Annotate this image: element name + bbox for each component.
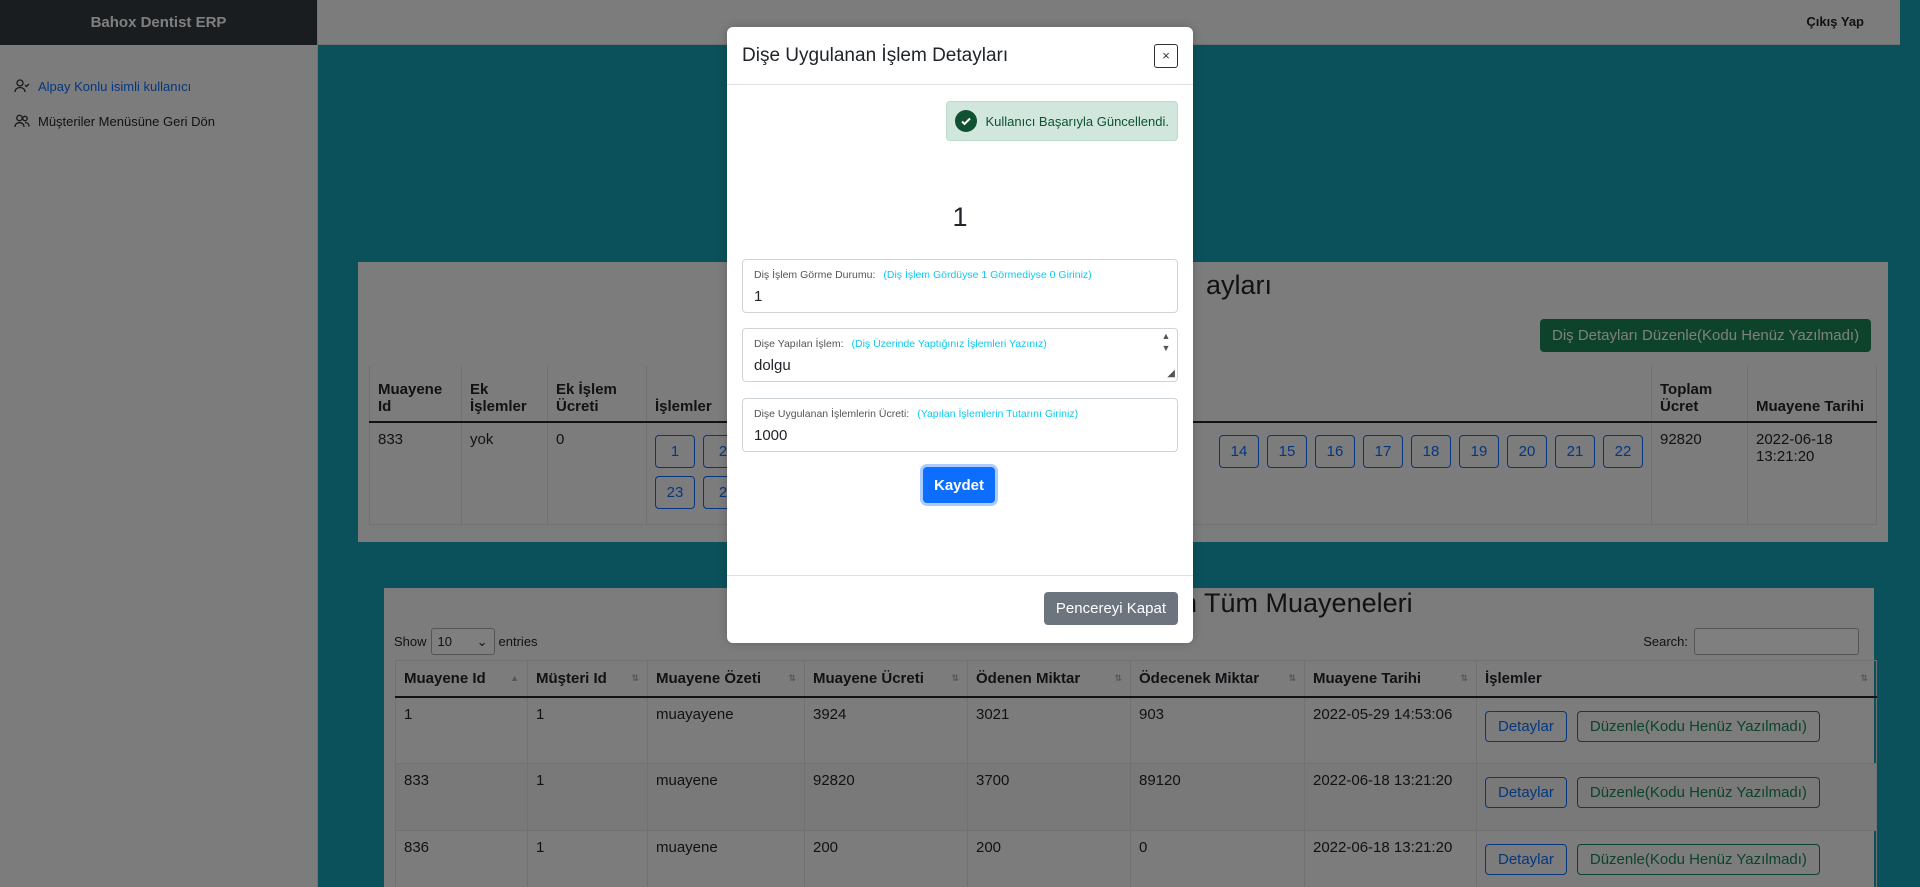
field-label: Dişe Yapılan İşlem: (754, 338, 844, 350)
save-button[interactable]: Kaydet (923, 467, 995, 503)
field-hint: (Diş Üzerinde Yaptığınız İşlemleri Yazın… (851, 338, 1047, 350)
field-value: dolgu (754, 357, 791, 374)
field-label: Dişe Uygulanan İşlemlerin Ücreti: (754, 408, 910, 420)
check-circle-icon (955, 110, 978, 132)
field-hint: (Diş İşlem Gördüyse 1 Görmediyse 0 Girin… (883, 269, 1092, 281)
treatment-status-field[interactable]: Diş İşlem Görme Durumu: (Diş İşlem Gördüy… (742, 259, 1178, 313)
fee-field[interactable]: Dişe Uygulanan İşlemlerin Ücreti: (Yapıla… (742, 398, 1178, 452)
close-icon[interactable]: × (1154, 43, 1178, 68)
alert-text: Kullanıcı Başarıyla Güncellendi. (985, 113, 1169, 129)
close-window-button[interactable]: Pencereyi Kapat (1043, 592, 1178, 625)
field-hint: (Yapılan İşlemlerin Tutarını Giriniz) (917, 408, 1079, 420)
modal-title: Dişe Uygulanan İşlem Detayları (742, 44, 1009, 66)
modal-header: Dişe Uygulanan İşlem Detayları × (727, 27, 1193, 85)
field-label: Diş İşlem Görme Durumu: (754, 269, 876, 281)
field-value: 1 (754, 288, 763, 305)
field-value: 1000 (754, 427, 788, 444)
resize-handle-icon[interactable]: ◢ (1167, 368, 1175, 379)
tooth-details-modal: Dişe Uygulanan İşlem Detayları × Kullanı… (727, 27, 1193, 643)
tooth-number: 1 (952, 202, 968, 232)
modal-footer: Pencereyi Kapat (727, 575, 1193, 643)
scroll-up-icon[interactable]: ▲ (1162, 331, 1171, 341)
success-alert: Kullanıcı Başarıyla Güncellendi. (946, 101, 1178, 141)
procedure-textarea[interactable]: Dişe Yapılan İşlem: (Diş Üzerinde Yaptığı… (742, 328, 1178, 382)
scroll-down-icon[interactable]: ▼ (1162, 343, 1171, 353)
